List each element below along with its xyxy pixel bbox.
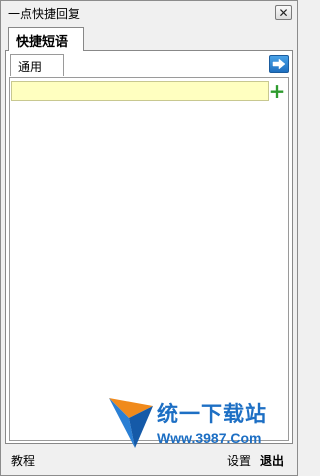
app-window: 一点快捷回复 ✕ 快捷短语 通用 + 统一下载站 Www.3987.Com 教程…	[0, 0, 298, 476]
exit-link[interactable]: 退出	[260, 452, 284, 469]
plus-icon: +	[268, 79, 286, 103]
tab-quick-phrases[interactable]: 快捷短语	[8, 27, 84, 51]
add-phrase-button[interactable]: +	[268, 81, 286, 101]
watermark-title: 统一下载站	[157, 402, 267, 426]
phrase-input[interactable]	[11, 81, 269, 101]
tutorial-link[interactable]: 教程	[11, 452, 35, 469]
arrow-right-icon	[272, 58, 286, 70]
phrase-list[interactable]: + 统一下载站 Www.3987.Com	[9, 77, 289, 448]
close-icon: ✕	[278, 5, 289, 20]
tab-category-general[interactable]: 通用	[10, 54, 64, 76]
watermark-url: Www.3987.Com	[157, 430, 262, 446]
close-button[interactable]: ✕	[275, 5, 292, 20]
window-title: 一点快捷回复	[8, 7, 81, 21]
footer-bar: 教程 设置 退出	[1, 447, 297, 475]
settings-link[interactable]: 设置	[227, 452, 251, 469]
next-button[interactable]	[269, 55, 289, 73]
logo-icon	[109, 398, 153, 448]
title-bar[interactable]: 一点快捷回复 ✕	[1, 1, 297, 25]
main-panel: 通用 + 统一下载站 Www.3987.Com	[5, 50, 293, 448]
